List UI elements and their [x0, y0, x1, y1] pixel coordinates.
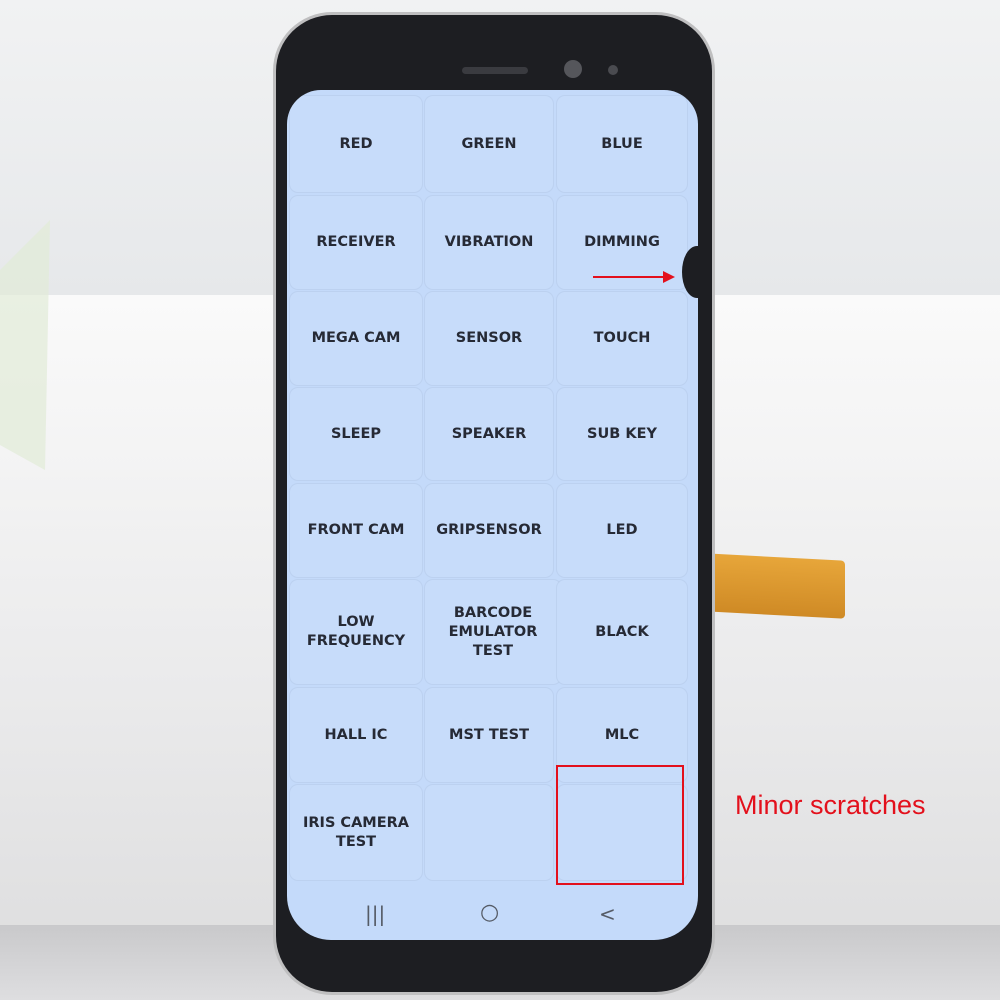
menu-item-sensor[interactable]: SENSOR [425, 292, 553, 385]
home-icon[interactable]: ○ [480, 900, 499, 925]
menu-item-mega-cam[interactable]: MEGA CAM [290, 292, 422, 385]
front-camera [564, 60, 582, 78]
menu-item-speaker[interactable]: SPEAKER [425, 388, 553, 480]
navigation-bar: ||| ○ < [287, 898, 698, 940]
flex-cable [705, 553, 845, 619]
menu-item-mst-test[interactable]: MST TEST [425, 688, 553, 782]
scratch-highlight-box [556, 765, 684, 885]
menu-item-sleep[interactable]: SLEEP [290, 388, 422, 480]
menu-item-barcode-emulator-test[interactable]: BARCODE EMULATOR TEST [425, 580, 561, 684]
menu-item-iris-camera-test[interactable]: IRIS CAMERA TEST [290, 785, 422, 880]
menu-item-empty [425, 785, 553, 880]
annotation-text: Minor scratches [735, 790, 926, 820]
back-icon[interactable]: < [599, 902, 616, 926]
menu-item-touch[interactable]: TOUCH [557, 292, 687, 385]
menu-item-gripsensor[interactable]: GRIPSENSOR [425, 484, 553, 577]
menu-item-green[interactable]: GREEN [425, 96, 553, 192]
menu-item-sub-key[interactable]: SUB KEY [557, 388, 687, 480]
proximity-sensor [608, 65, 618, 75]
menu-item-low-frequency[interactable]: LOW FREQUENCY [290, 580, 422, 684]
menu-item-black[interactable]: BLACK [557, 580, 687, 684]
menu-item-hall-ic[interactable]: HALL IC [290, 688, 422, 782]
menu-item-blue[interactable]: BLUE [557, 96, 687, 192]
menu-item-red[interactable]: RED [290, 96, 422, 192]
menu-item-led[interactable]: LED [557, 484, 687, 577]
menu-item-receiver[interactable]: RECEIVER [290, 196, 422, 289]
red-arrow-annotation [593, 271, 675, 283]
screen-edge-defect [682, 246, 712, 298]
recents-icon[interactable]: ||| [365, 902, 385, 926]
menu-item-front-cam[interactable]: FRONT CAM [290, 484, 422, 577]
menu-item-vibration[interactable]: VIBRATION [425, 196, 553, 289]
earpiece-speaker [462, 67, 528, 74]
